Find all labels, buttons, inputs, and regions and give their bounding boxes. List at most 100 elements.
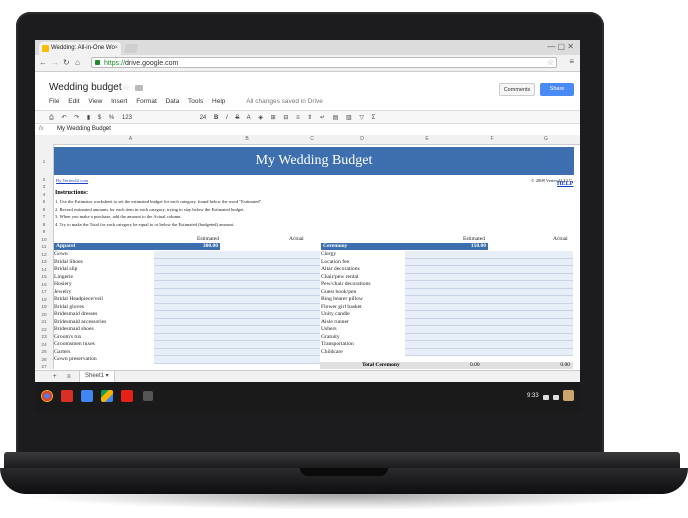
item-cells[interactable] xyxy=(405,288,573,296)
item-cells[interactable] xyxy=(154,356,320,364)
merge-cells-icon[interactable]: ⊟ xyxy=(283,115,288,121)
number-format-dropdown[interactable]: 123 xyxy=(122,115,132,121)
item-cells[interactable] xyxy=(154,266,320,274)
column-header-a[interactable]: A xyxy=(54,135,207,144)
item-cells[interactable] xyxy=(405,303,573,311)
column-header-b[interactable]: B xyxy=(207,135,287,144)
table-row[interactable]: Gown preservation xyxy=(54,356,320,364)
ceremony-total-row[interactable]: Total Ceremony 0.00 0.00 xyxy=(320,362,573,369)
user-avatar[interactable] xyxy=(563,390,574,401)
table-row[interactable]: Childcare xyxy=(321,348,573,356)
table-row[interactable]: Bridal Shoes xyxy=(54,258,320,266)
chart-icon[interactable]: ▥ xyxy=(346,115,352,121)
row-header[interactable]: 19 xyxy=(35,305,53,310)
borders-icon[interactable]: ⊞ xyxy=(271,115,276,121)
row-header[interactable]: 16 xyxy=(35,283,53,288)
item-cells[interactable] xyxy=(154,333,320,341)
menu-data[interactable]: Data xyxy=(166,98,180,105)
row-header[interactable]: 26 xyxy=(35,358,53,363)
row-header[interactable]: 12 xyxy=(35,253,53,258)
apparel-header[interactable]: Apparel 300.00 xyxy=(54,243,220,250)
row-header[interactable]: 2 xyxy=(35,178,53,183)
table-row[interactable]: Unity candle xyxy=(321,311,573,319)
menu-insert[interactable]: Insert xyxy=(111,98,127,105)
currency-format-button[interactable]: $ xyxy=(98,115,101,121)
app-launcher-icon[interactable] xyxy=(143,391,153,401)
row-header[interactable]: 20 xyxy=(35,313,53,318)
item-cells[interactable] xyxy=(405,341,573,349)
column-header-d[interactable]: D xyxy=(337,135,387,144)
vertex42-link[interactable]: By Vertex42.com xyxy=(56,178,88,183)
column-header-c[interactable]: C xyxy=(287,135,337,144)
item-cells[interactable] xyxy=(154,326,320,334)
row-header[interactable]: 22 xyxy=(35,328,53,333)
table-row[interactable]: Lingerie xyxy=(54,273,320,281)
drive-app-icon[interactable] xyxy=(101,390,113,402)
column-header-f[interactable]: F xyxy=(467,135,517,144)
table-row[interactable]: Bridal gloves xyxy=(54,303,320,311)
gmail-app-icon[interactable] xyxy=(61,390,73,402)
table-row[interactable]: Bridesmaid shoes xyxy=(54,326,320,334)
item-cells[interactable] xyxy=(154,273,320,281)
table-row[interactable]: Ring bearer pillow xyxy=(321,296,573,304)
menu-view[interactable]: View xyxy=(88,98,102,105)
item-cells[interactable] xyxy=(154,341,320,349)
bookmark-star-icon[interactable]: ☆ xyxy=(547,57,554,68)
item-cells[interactable] xyxy=(405,326,573,334)
table-row[interactable]: Groom's tux xyxy=(54,333,320,341)
table-row[interactable]: Aisle runner xyxy=(321,318,573,326)
column-header-e[interactable]: E xyxy=(387,135,467,144)
row-header[interactable]: 11 xyxy=(35,245,53,250)
row-header[interactable]: 1 xyxy=(35,160,53,165)
item-cells[interactable] xyxy=(154,288,320,296)
item-cells[interactable] xyxy=(154,318,320,326)
table-row[interactable]: Ushers xyxy=(321,326,573,334)
row-header[interactable]: 17 xyxy=(35,290,53,295)
table-row[interactable]: Guest book/pen xyxy=(321,288,573,296)
table-row[interactable]: Garters xyxy=(54,348,320,356)
item-cells[interactable] xyxy=(154,258,320,266)
text-color-button[interactable]: A xyxy=(247,115,251,121)
item-cells[interactable] xyxy=(405,318,573,326)
table-row[interactable]: Bridesmaid accessories xyxy=(54,318,320,326)
item-cells[interactable] xyxy=(405,251,573,259)
table-row[interactable]: Gratuity xyxy=(321,333,573,341)
item-cells[interactable] xyxy=(405,273,573,281)
document-title[interactable]: Wedding budget xyxy=(49,82,122,93)
item-cells[interactable] xyxy=(154,303,320,311)
row-header[interactable]: 5 xyxy=(35,200,53,205)
table-row[interactable]: Location fee xyxy=(321,258,573,266)
fill-color-icon[interactable]: ◈ xyxy=(258,115,263,121)
back-icon[interactable]: ← xyxy=(39,57,47,69)
home-icon[interactable]: ⌂ xyxy=(75,57,80,69)
new-tab-button[interactable] xyxy=(123,44,139,53)
table-row[interactable]: Clergy xyxy=(321,251,573,259)
formula-value[interactable]: My Wedding Budget xyxy=(57,124,111,135)
help-link[interactable]: HELP xyxy=(557,181,573,187)
browser-tab[interactable]: Wedding: All-in-One Wo × xyxy=(39,42,121,55)
menu-tools[interactable]: Tools xyxy=(188,98,203,105)
wifi-icon[interactable] xyxy=(543,395,549,400)
table-row[interactable]: Jewelry xyxy=(54,288,320,296)
row-header[interactable]: 14 xyxy=(35,268,53,273)
menu-help[interactable]: Help xyxy=(212,98,225,105)
item-cells[interactable] xyxy=(405,281,573,289)
strikethrough-button[interactable]: S xyxy=(235,115,239,121)
row-header[interactable]: 8 xyxy=(35,223,53,228)
row-header[interactable]: 3 xyxy=(35,185,53,190)
item-cells[interactable] xyxy=(154,296,320,304)
font-size-dropdown[interactable]: 24 xyxy=(200,115,207,121)
row-header[interactable]: 9 xyxy=(35,230,53,235)
item-cells[interactable] xyxy=(154,348,320,356)
item-cells[interactable] xyxy=(405,348,573,356)
item-cells[interactable] xyxy=(405,333,573,341)
italic-button[interactable]: I xyxy=(226,115,228,121)
chrome-menu-icon[interactable]: ≡ xyxy=(569,57,574,66)
item-cells[interactable] xyxy=(154,251,320,259)
system-clock[interactable]: 9:33 xyxy=(527,393,539,399)
redo-icon[interactable]: ↷ xyxy=(74,115,79,121)
youtube-app-icon[interactable] xyxy=(121,390,133,402)
row-header[interactable]: 21 xyxy=(35,320,53,325)
battery-icon[interactable] xyxy=(553,395,559,400)
percent-format-button[interactable]: % xyxy=(109,115,114,121)
